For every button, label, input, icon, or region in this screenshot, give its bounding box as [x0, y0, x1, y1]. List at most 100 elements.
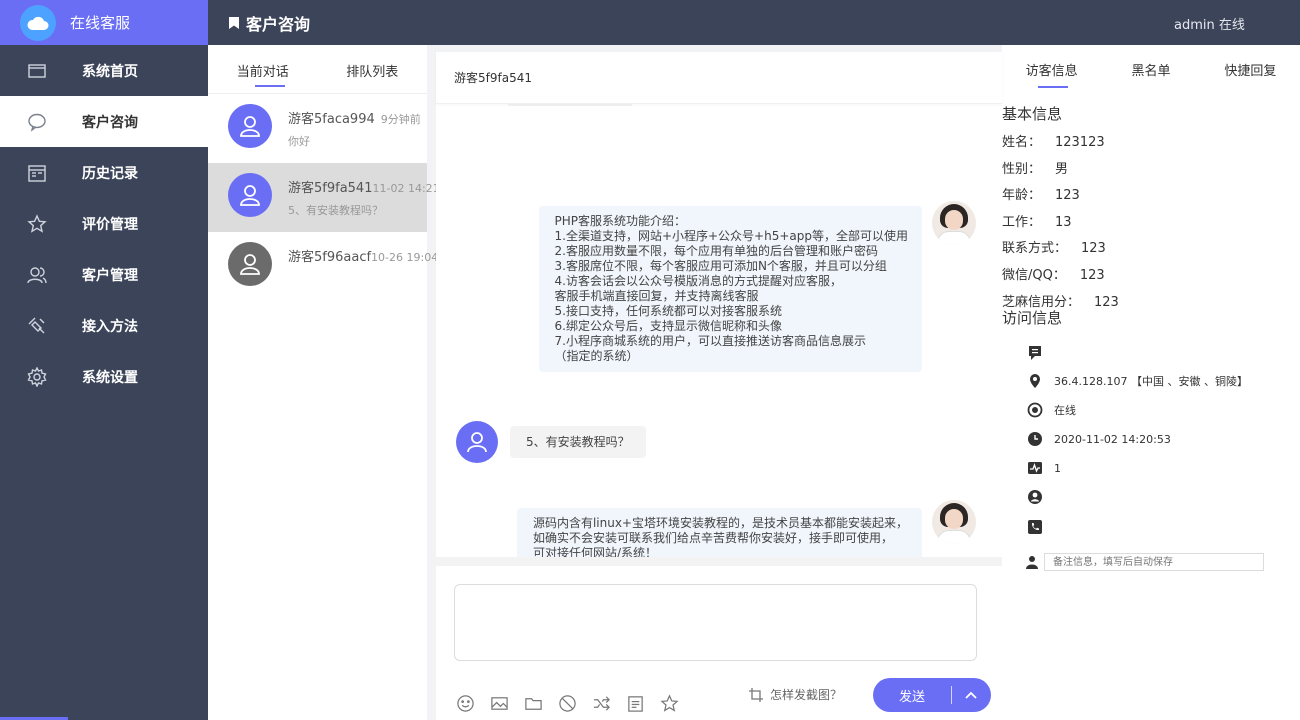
- message-line: 2.客服应用数量不限，每个应用有单独的后台管理和账户密码: [554, 244, 878, 258]
- send-button[interactable]: 发送: [873, 686, 951, 705]
- conversation-tabs: 当前对话 排队列表: [208, 45, 427, 94]
- plug-icon: [26, 315, 48, 337]
- image-icon[interactable]: [488, 692, 510, 714]
- field-name: 姓名： 123123: [1002, 131, 1105, 150]
- sidebar-item-rating[interactable]: 评价管理: [0, 198, 208, 249]
- message-line: 3.客服席位不限，每个客服应用可添加N个客服，并且可以分组: [554, 259, 887, 273]
- cloud-logo-icon: [20, 4, 56, 41]
- send-options-button[interactable]: [952, 690, 990, 700]
- visit-time-value: 2020-11-02 14:20:53: [1054, 432, 1171, 446]
- message-line: 6.绑定公众号后，支持显示微信昵称和头像: [554, 319, 782, 333]
- screenshot-help-text: 怎样发截图？: [770, 688, 843, 702]
- user-circle-icon: [1026, 488, 1044, 506]
- block-icon[interactable]: [556, 692, 578, 714]
- message-list[interactable]: PHP客服系统功能介绍： 1.全渠道支持，网站+小程序+公众号+h5+app等，…: [436, 104, 1002, 557]
- message-line: （指定的系统）: [554, 349, 639, 363]
- conversation-item[interactable]: 游客5faca994 9分钟前 你好: [208, 94, 427, 163]
- visit-info-title: 访问信息: [1002, 309, 1063, 327]
- visitor-message-bubble: 5、有安装教程吗？: [510, 426, 646, 458]
- folder-icon[interactable]: [522, 692, 544, 714]
- sidebar: 在线客服 系统首页 客户咨询 历史记录 评价管理 客户管理 接入方法 系统设置: [0, 0, 208, 720]
- visit-phone-row: [1026, 518, 1054, 536]
- field-label: 联系方式：: [1002, 241, 1068, 256]
- tab-blacklist[interactable]: 黑名单: [1101, 45, 1200, 97]
- field-label: 年龄：: [1002, 188, 1042, 203]
- field-gender: 性别： 男: [1002, 158, 1068, 177]
- visit-count-value: 1: [1054, 461, 1061, 475]
- brand: 在线客服: [0, 0, 208, 45]
- sidebar-item-history[interactable]: 历史记录: [0, 147, 208, 198]
- field-age: 年龄： 123: [1002, 184, 1080, 203]
- conversation-name: 游客5f96aacf: [288, 250, 372, 265]
- field-value: 13: [1055, 215, 1072, 230]
- sidebar-item-label: 客户管理: [82, 267, 138, 284]
- chat-window: 游客5f9fa541 PHP客服系统功能介绍： 1.全渠道支持，网站+小程序+公…: [436, 52, 1002, 720]
- sidebar-item-label: 系统首页: [82, 63, 138, 80]
- visit-location-value: 36.4.128.107 【中国 、安徽 、铜陵】: [1054, 375, 1248, 388]
- visit-status-value: 在线: [1054, 404, 1076, 417]
- conversation-name: 游客5faca994: [288, 112, 375, 127]
- visitor-avatar-icon: [228, 242, 272, 286]
- tab-visitor-info[interactable]: 访客信息: [1002, 45, 1101, 97]
- sidebar-item-consult[interactable]: 客户咨询: [0, 96, 208, 147]
- message-line: 4.访客会话会以公众号模版消息的方式提醒对应客服，: [554, 274, 842, 288]
- conversation-last-message: 5、有安装教程吗？: [288, 204, 383, 217]
- agent-avatar: [932, 201, 976, 245]
- info-tabs: 访客信息 黑名单 快捷回复: [1002, 45, 1300, 97]
- remark-input[interactable]: [1044, 553, 1264, 571]
- sidebar-item-settings[interactable]: 系统设置: [0, 351, 208, 402]
- page-title-text: 客户咨询: [246, 14, 311, 34]
- conversation-item[interactable]: 游客5f96aacf10-26 19:04: [208, 232, 438, 301]
- message-line: 5.接口支持，任何系统都可以对接客服系统: [554, 304, 782, 318]
- page-title: 客户咨询: [228, 11, 310, 35]
- star-icon[interactable]: [658, 692, 680, 714]
- field-label: 工作：: [1002, 215, 1042, 230]
- transfer-icon[interactable]: [590, 692, 612, 714]
- history-icon[interactable]: [624, 692, 646, 714]
- sidebar-item-label: 客户咨询: [82, 114, 138, 131]
- chat-bubble-icon: [26, 111, 48, 133]
- sidebar-item-label: 评价管理: [82, 216, 138, 233]
- visitor-avatar-icon: [228, 104, 272, 148]
- window-icon: [26, 60, 48, 82]
- field-wechat-qq: 微信/QQ： 123: [1002, 264, 1105, 283]
- sidebar-item-label: 历史记录: [82, 165, 138, 182]
- sidebar-item-home[interactable]: 系统首页: [0, 45, 208, 96]
- visitor-info-panel: 访客信息 黑名单 快捷回复 基本信息 姓名： 123123 性别：男 年龄： 123…: [1002, 45, 1300, 720]
- chat-title: 游客5f9fa541: [436, 52, 1002, 104]
- visit-page-row: [1026, 344, 1054, 362]
- brand-name: 在线客服: [70, 14, 131, 32]
- visit-status-row: 在线: [1026, 401, 1076, 419]
- status-radio-icon: [1026, 401, 1044, 419]
- message-line: 可对接任何网站/系统！: [532, 546, 657, 557]
- conversation-last-message: 你好: [288, 135, 310, 148]
- field-job: 工作： 13: [1002, 211, 1072, 230]
- tab-quick-reply[interactable]: 快捷回复: [1201, 45, 1300, 97]
- visitor-avatar-icon: [456, 421, 498, 463]
- field-value: 123: [1081, 241, 1106, 256]
- agent-avatar: [932, 500, 976, 544]
- sidebar-item-customers[interactable]: 客户管理: [0, 249, 208, 300]
- bookmark-icon: [229, 16, 239, 29]
- agent-message-bubble: PHP客服系统功能介绍： 1.全渠道支持，网站+小程序+公众号+h5+app等，…: [538, 206, 922, 372]
- tab-queue-list[interactable]: 排队列表: [318, 45, 428, 93]
- remark-row: [1026, 553, 1264, 571]
- visit-location-row: 36.4.128.107 【中国 、安徽 、铜陵】: [1026, 372, 1248, 390]
- top-header: 客户咨询 admin 在线: [208, 0, 1300, 45]
- message-input[interactable]: [454, 584, 977, 661]
- field-label: 姓名：: [1002, 135, 1042, 150]
- conversation-item-selected[interactable]: 游客5f9fa54111-02 14:21 5、有安装教程吗？: [208, 163, 440, 232]
- field-value: 123: [1055, 188, 1080, 203]
- pulse-icon: [1026, 459, 1044, 477]
- emoji-icon[interactable]: [454, 692, 476, 714]
- send-button-group: 发送: [873, 678, 991, 712]
- sidebar-item-integration[interactable]: 接入方法: [0, 300, 208, 351]
- field-contact: 联系方式： 123: [1002, 237, 1106, 256]
- message-line: 1.全渠道支持，网站+小程序+公众号+h5+app等，全部可以使用: [554, 229, 909, 243]
- user-status[interactable]: admin 在线: [1174, 14, 1245, 33]
- screenshot-help-link[interactable]: 怎样发截图？: [748, 686, 842, 703]
- field-label: 微信/QQ：: [1002, 268, 1066, 283]
- divider: [436, 557, 1002, 566]
- message-line: 源码内含有linux+宝塔环境安装教程的，是技术员基本都能安装起来，: [532, 516, 908, 530]
- tab-current-conversations[interactable]: 当前对话: [208, 45, 318, 93]
